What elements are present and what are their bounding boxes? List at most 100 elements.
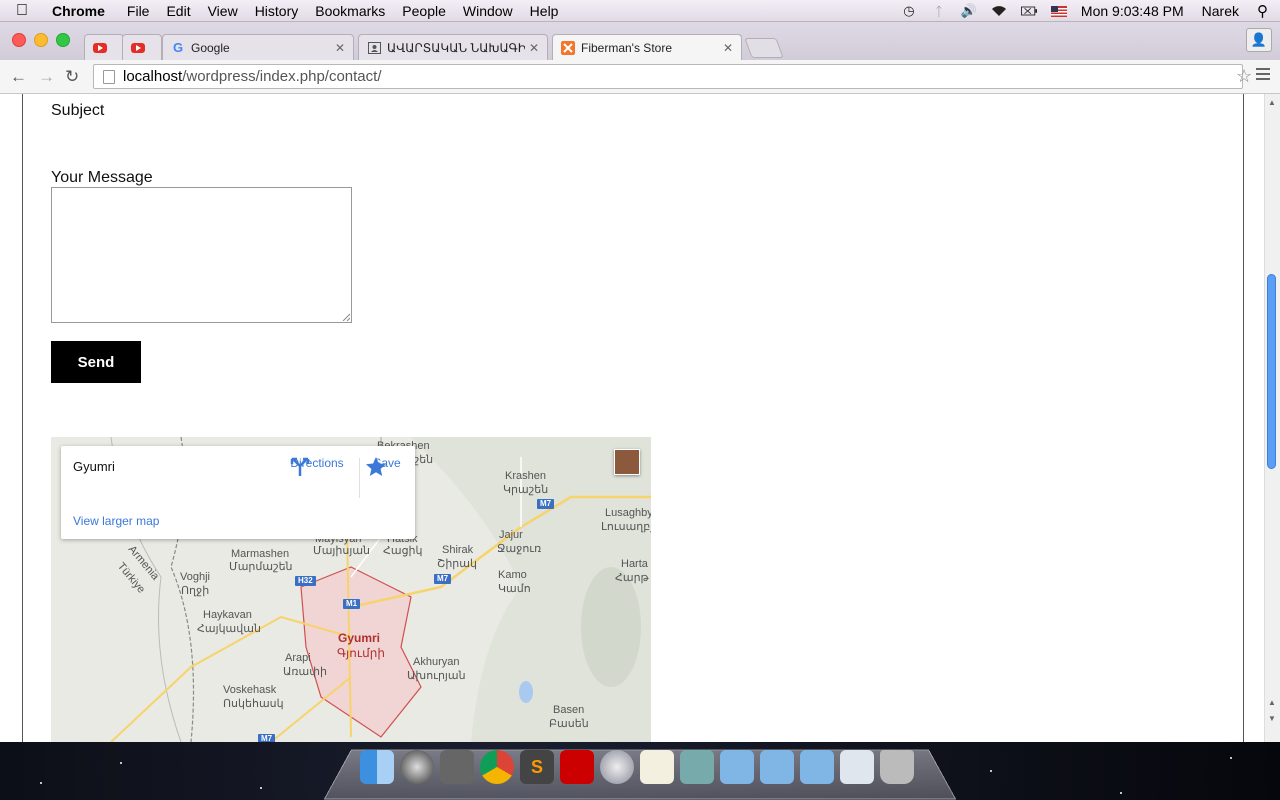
scroll-down-arrow-icon[interactable]: ▼ bbox=[1268, 714, 1276, 723]
url-host: localhost bbox=[123, 68, 183, 85]
scrollbar-thumb[interactable] bbox=[1267, 274, 1276, 469]
menubar-clock[interactable]: Mon 9:03:48 PM bbox=[1081, 3, 1184, 19]
map-label-voskehask: Voskehask bbox=[223, 684, 277, 696]
close-tab-icon[interactable]: ✕ bbox=[529, 41, 539, 55]
map-label-jajur-arm: Ջաջուռ bbox=[497, 543, 542, 555]
profile-icon[interactable]: 👤 bbox=[1246, 28, 1272, 52]
new-tab-button[interactable] bbox=[744, 38, 784, 58]
zoom-window-button[interactable] bbox=[56, 33, 70, 47]
map-label-haykavan: Haykavan bbox=[203, 609, 252, 621]
send-button[interactable]: Send bbox=[51, 341, 141, 383]
close-tab-icon[interactable]: ✕ bbox=[723, 41, 733, 55]
time-machine-icon[interactable]: ◷ bbox=[901, 3, 917, 18]
photo-booth-icon[interactable] bbox=[560, 750, 594, 784]
browser-toolbar: ← → ↻ localhost /wordpress/index.php/con… bbox=[0, 60, 1280, 94]
map-label-lusaghbyur: Lusaghbyur bbox=[605, 507, 651, 519]
map-thumbnail-icon[interactable] bbox=[614, 449, 640, 475]
trash-icon[interactable] bbox=[880, 750, 914, 784]
map-label-jajur: Jajur bbox=[499, 529, 523, 541]
spotlight-search-icon[interactable]: ⚲ bbox=[1257, 2, 1268, 20]
road-shield: M7 bbox=[434, 574, 452, 584]
map-label-basen: Basen bbox=[553, 704, 585, 716]
menu-file[interactable]: File bbox=[127, 3, 150, 19]
browser-tab-strip: G Google ✕ ԱՎԱՐՏԱԿԱՆ ՆԱԽԱԳԻԾ ✕ Fiberman'… bbox=[0, 22, 1280, 60]
page-viewport: Subject Your Message Send Bekrashen Բեկա… bbox=[0, 94, 1280, 742]
sublime-text-icon[interactable]: S bbox=[520, 750, 554, 784]
map-place-name: Gyumri bbox=[73, 459, 115, 474]
menu-edit[interactable]: Edit bbox=[166, 3, 190, 19]
map-label-kamo: Kamo bbox=[498, 569, 527, 581]
back-arrow-icon[interactable]: ← bbox=[10, 67, 27, 87]
bookmark-star-icon[interactable]: ☆ bbox=[1236, 66, 1252, 86]
forward-arrow-icon[interactable]: → bbox=[38, 67, 55, 87]
youtube-icon bbox=[131, 41, 145, 55]
scroll-up-arrow-icon[interactable]: ▲ bbox=[1268, 698, 1276, 707]
google-icon: G bbox=[172, 40, 184, 55]
menubar-status-area: ◷ ᛏ 🔊 Mon 9:03:48 PM Narek ⚲ bbox=[901, 0, 1280, 22]
minimize-window-button[interactable] bbox=[34, 33, 48, 47]
downloads-folder-icon[interactable] bbox=[800, 750, 834, 784]
tab-fibermans-store[interactable]: Fiberman's Store ✕ bbox=[552, 34, 742, 60]
volume-icon[interactable]: 🔊 bbox=[961, 3, 977, 18]
map-label-haykavan-arm: Հայկավան bbox=[197, 623, 261, 635]
message-label: Your Message bbox=[51, 169, 153, 186]
system-preferences-icon[interactable] bbox=[600, 750, 634, 784]
wifi-icon[interactable] bbox=[991, 4, 1007, 18]
page-icon bbox=[103, 69, 115, 84]
map-label-marmashen: Marmashen bbox=[231, 548, 290, 560]
menu-people[interactable]: People bbox=[402, 3, 446, 19]
map-label-krashen: Krashen bbox=[505, 470, 546, 482]
window-controls bbox=[12, 33, 78, 47]
tab-google[interactable]: G Google ✕ bbox=[162, 34, 354, 60]
menu-help[interactable]: Help bbox=[530, 3, 559, 19]
window-preview-icon[interactable] bbox=[840, 750, 874, 784]
directions-button[interactable]: Directions bbox=[289, 456, 345, 476]
menu-window[interactable]: Window bbox=[463, 3, 513, 19]
battery-icon[interactable] bbox=[1020, 4, 1037, 18]
close-tab-icon[interactable]: ✕ bbox=[335, 41, 345, 55]
scroll-up-arrow-icon[interactable]: ▲ bbox=[1268, 98, 1276, 107]
map-label-harta: Harta bbox=[621, 558, 648, 570]
menu-bookmarks[interactable]: Bookmarks bbox=[315, 3, 385, 19]
xampp-icon bbox=[561, 40, 575, 55]
resize-handle-icon[interactable] bbox=[342, 313, 350, 321]
reload-icon[interactable]: ↻ bbox=[65, 67, 79, 87]
tab-title: Google bbox=[191, 40, 230, 55]
map-label-hatsik-arm: Հացիկ bbox=[383, 545, 423, 557]
info-card-divider bbox=[359, 458, 360, 498]
preview-icon[interactable] bbox=[680, 750, 714, 784]
map-label-shirak-arm: Շիրակ bbox=[437, 558, 477, 570]
app-menu-chrome[interactable]: Chrome bbox=[52, 3, 105, 19]
dashboard-icon[interactable] bbox=[400, 750, 434, 784]
google-map-embed[interactable]: Bekrashen Բեկաշեն Krashen Կրաշեն Lusaghb… bbox=[51, 437, 651, 742]
tab-youtube-2[interactable] bbox=[122, 34, 162, 60]
address-bar[interactable]: localhost /wordpress/index.php/contact/ … bbox=[93, 64, 1252, 89]
road-shield: M7 bbox=[258, 734, 276, 742]
url-path: /wordpress/index.php/contact/ bbox=[182, 68, 382, 85]
close-window-button[interactable] bbox=[12, 33, 26, 47]
tab-project[interactable]: ԱՎԱՐՏԱԿԱՆ ՆԱԽԱԳԻԾ ✕ bbox=[358, 34, 548, 60]
message-textarea[interactable] bbox=[51, 187, 352, 323]
map-label-akhuryan-arm: Ախուրյան bbox=[407, 670, 466, 682]
menu-history[interactable]: History bbox=[255, 3, 299, 19]
apple-menu-icon[interactable]:  bbox=[16, 2, 38, 20]
map-label-krashen-arm: Կրաշեն bbox=[503, 484, 549, 496]
mission-control-icon[interactable] bbox=[440, 750, 474, 784]
view-larger-map-link[interactable]: View larger map bbox=[73, 514, 159, 528]
bluetooth-icon[interactable]: ᛏ bbox=[931, 4, 947, 19]
menu-view[interactable]: View bbox=[208, 3, 238, 19]
map-label-harta-arm: Հարթ bbox=[615, 572, 649, 584]
tab-youtube-1[interactable] bbox=[84, 34, 124, 60]
save-button[interactable]: Save bbox=[365, 456, 409, 476]
textedit-icon[interactable] bbox=[640, 750, 674, 784]
chrome-menu-icon[interactable] bbox=[1256, 68, 1270, 83]
chrome-icon[interactable] bbox=[480, 750, 514, 784]
menubar-user[interactable]: Narek bbox=[1202, 3, 1239, 19]
youtube-icon bbox=[93, 41, 107, 55]
us-flag-input-icon[interactable] bbox=[1050, 4, 1067, 18]
documents-folder-icon[interactable] bbox=[760, 750, 794, 784]
map-label-voghji-arm: Ողջի bbox=[181, 585, 210, 597]
finder-icon[interactable] bbox=[360, 750, 394, 784]
map-label-mayisyan-arm: Մայիսյան bbox=[313, 545, 371, 557]
applications-folder-icon[interactable] bbox=[720, 750, 754, 784]
